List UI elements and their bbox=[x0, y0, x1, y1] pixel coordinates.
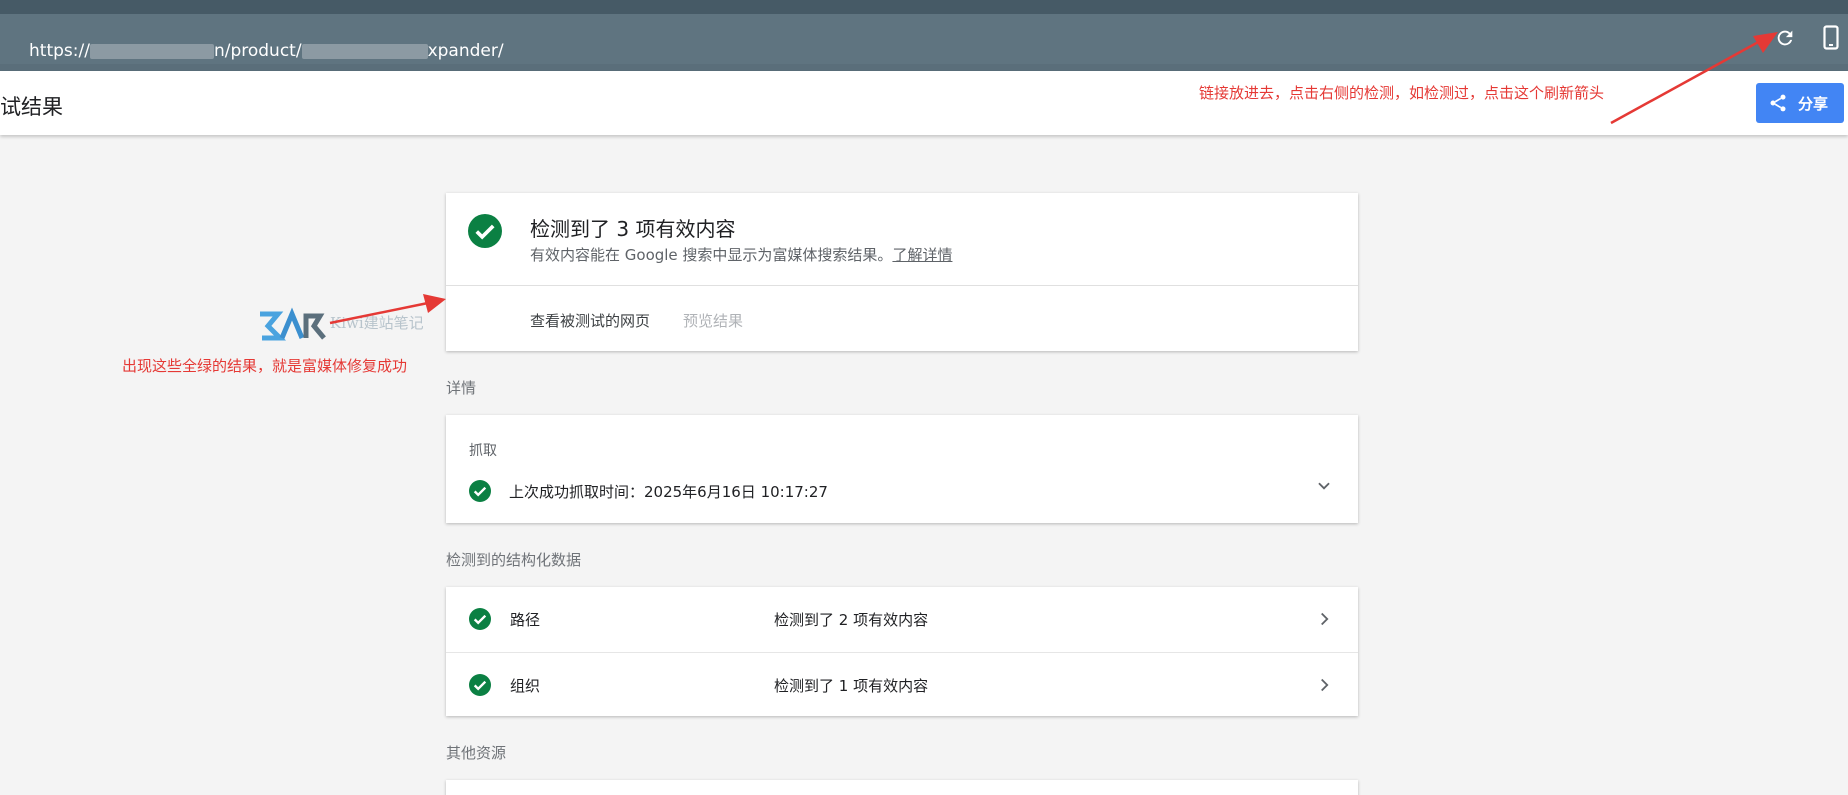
summary-card: 检测到了 3 项有效内容 有效内容能在 Google 搜索中显示为富媒体搜索结果… bbox=[446, 193, 1358, 351]
structured-data-status: 检测到了 2 项有效内容 bbox=[774, 611, 929, 629]
structured-data-row[interactable]: 路径 检测到了 2 项有效内容 bbox=[446, 587, 1358, 651]
tab-tested-page[interactable]: 查看被测试的网页 bbox=[530, 310, 650, 331]
fetch-card[interactable]: 抓取 上次成功抓取时间：2025年6月16日 10:17:27 bbox=[446, 415, 1358, 523]
details-section-label: 详情 bbox=[446, 379, 477, 397]
url-redaction bbox=[89, 43, 214, 59]
fetch-label: 抓取 bbox=[469, 443, 497, 459]
chevron-right-icon[interactable] bbox=[1313, 674, 1335, 696]
share-label: 分享 bbox=[1798, 94, 1829, 113]
learn-more-link[interactable]: 了解详情 bbox=[892, 246, 952, 264]
structured-data-status: 检测到了 1 项有效内容 bbox=[774, 677, 929, 695]
summary-subtitle-text: 有效内容能在 Google 搜索中显示为富媒体搜索结果。 bbox=[530, 246, 893, 264]
url-bar[interactable]: https:// n/product/xpander/ bbox=[0, 14, 1848, 64]
summary-title: 检测到了 3 项有效内容 bbox=[530, 217, 736, 241]
page-header: 试结果 链接放进去，点击右侧的检测，如检测过，点击这个刷新箭头 分享 bbox=[0, 71, 1848, 135]
structured-data-section-label: 检测到的结构化数据 bbox=[446, 551, 582, 569]
structured-data-card: 路径 检测到了 2 项有效内容 组织 检测到了 1 项有效内容 bbox=[446, 587, 1358, 716]
tab-preview-results[interactable]: 预览结果 bbox=[683, 310, 743, 331]
fetch-status-text: 上次成功抓取时间：2025年6月16日 10:17:27 bbox=[509, 482, 828, 501]
chevron-right-icon[interactable] bbox=[1313, 608, 1335, 630]
toolbar-stripe bbox=[0, 0, 1848, 14]
success-check-icon bbox=[468, 214, 502, 248]
page-title: 试结果 bbox=[0, 95, 63, 119]
url-end: xpander/ bbox=[427, 41, 504, 61]
success-check-icon bbox=[469, 608, 491, 630]
url-path: n/product/ bbox=[213, 41, 302, 61]
success-check-icon bbox=[469, 480, 491, 502]
share-icon bbox=[1770, 94, 1786, 112]
refresh-icon[interactable] bbox=[1774, 27, 1796, 49]
summary-subtitle: 有效内容能在 Google 搜索中显示为富媒体搜索结果。了解详情 bbox=[530, 244, 952, 265]
watermark-text: Kiwi建站笔记 bbox=[330, 314, 424, 332]
browser-toolbar: https:// n/product/xpander/ bbox=[0, 0, 1848, 71]
annotation-top: 链接放进去，点击右侧的检测，如检测过，点击这个刷新箭头 bbox=[1199, 84, 1605, 102]
summary-divider bbox=[446, 285, 1358, 286]
url-prefix: https:// bbox=[29, 41, 90, 61]
structured-data-row[interactable]: 组织 检测到了 1 项有效内容 bbox=[446, 652, 1358, 716]
chevron-down-icon[interactable] bbox=[1313, 475, 1335, 497]
structured-data-name: 路径 bbox=[510, 611, 541, 629]
other-resources-card bbox=[446, 780, 1358, 795]
annotation-left: 出现这些全绿的结果，就是富媒体修复成功 bbox=[122, 357, 408, 375]
url-text[interactable]: https:// n/product/xpander/ bbox=[29, 41, 504, 61]
success-check-icon bbox=[469, 674, 491, 696]
structured-data-name: 组织 bbox=[510, 677, 541, 695]
url-redaction bbox=[301, 43, 428, 59]
smartphone-icon[interactable] bbox=[1823, 25, 1839, 50]
fetch-status-row: 上次成功抓取时间：2025年6月16日 10:17:27 bbox=[469, 480, 828, 502]
share-button[interactable]: 分享 bbox=[1756, 83, 1844, 123]
other-resources-section-label: 其他资源 bbox=[446, 744, 507, 762]
